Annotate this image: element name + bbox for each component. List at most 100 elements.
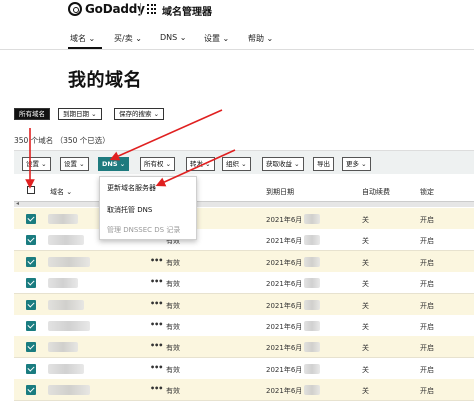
row-checkbox[interactable] [26, 235, 36, 245]
row-actions-menu-icon[interactable]: ••• [150, 299, 163, 308]
domain-name-redacted[interactable] [48, 364, 84, 374]
menu-update-nameservers[interactable]: 更新域名服务器 [107, 183, 156, 193]
toolbar-organize-button[interactable]: 组织 ⌄ [222, 157, 251, 171]
nav-settings[interactable]: 设置 ⌄ [204, 33, 229, 44]
domain-name-redacted[interactable] [48, 321, 90, 331]
expiry-day-redacted [304, 235, 320, 245]
status-value: 有效 [166, 259, 180, 267]
nav-dns[interactable]: DNS ⌄ [160, 33, 186, 42]
expiry-value: 2021年6月 [266, 259, 303, 267]
domain-name-redacted[interactable] [48, 278, 78, 288]
expiry-day-redacted [304, 321, 320, 331]
row-checkbox[interactable] [26, 385, 36, 395]
domain-name-redacted[interactable] [48, 300, 84, 310]
row-checkbox[interactable] [26, 321, 36, 331]
scroll-left-icon[interactable]: ◂ [16, 200, 19, 207]
menu-unhost-dns[interactable]: 取消托管 DNS [107, 205, 152, 215]
auto-renew-value: 关 [362, 323, 369, 331]
domain-name-redacted[interactable] [48, 257, 90, 267]
lock-value: 开启 [420, 344, 434, 352]
auto-renew-value: 关 [362, 237, 369, 245]
row-actions-menu-icon[interactable]: ••• [150, 256, 163, 265]
auto-renew-value: 关 [362, 259, 369, 267]
auto-renew-value: 关 [362, 366, 369, 374]
table-header [14, 180, 474, 202]
col-lock: 锁定 [420, 188, 434, 196]
status-value: 有效 [166, 366, 180, 374]
expiry-value: 2021年6月 [266, 323, 303, 331]
expiry-day-redacted [304, 257, 320, 267]
expiry-value: 2021年6月 [266, 344, 303, 352]
row-checkbox[interactable] [26, 257, 36, 267]
status-value: 有效 [166, 344, 180, 352]
col-domain[interactable]: 域名 ⌄ [50, 187, 72, 197]
domain-name-redacted[interactable] [48, 214, 78, 224]
expiry-value: 2021年6月 [266, 302, 303, 310]
row-checkbox[interactable] [26, 300, 36, 310]
domain-name-redacted[interactable] [48, 235, 84, 245]
auto-renew-value: 关 [362, 344, 369, 352]
horizontal-scrollbar[interactable]: ◂ [14, 200, 474, 207]
dns-dropdown-menu: 更新域名服务器 取消托管 DNS 管理 DNSSEC DS 记录 [99, 176, 197, 240]
toolbar-dns-button[interactable]: DNS ⌄ [98, 157, 130, 171]
lock-value: 开启 [420, 387, 434, 395]
nav-domains[interactable]: 域名 ⌄ [70, 33, 95, 44]
top-header: GoDaddy 域名管理器 [0, 0, 474, 20]
row-actions-menu-icon[interactable]: ••• [150, 277, 163, 286]
auto-renew-value: 关 [362, 302, 369, 310]
col-expiry: 到期日期 [266, 188, 294, 196]
row-checkbox[interactable] [26, 214, 36, 224]
status-value: 有效 [166, 323, 180, 331]
row-actions-menu-icon[interactable]: ••• [150, 384, 163, 393]
row-checkbox[interactable] [26, 342, 36, 352]
godaddy-logo-icon [68, 2, 82, 16]
status-value: 有效 [166, 302, 180, 310]
auto-renew-value: 关 [362, 387, 369, 395]
select-all-checkbox[interactable] [27, 186, 35, 194]
page-title: 我的域名 [68, 70, 142, 91]
apps-grid-icon[interactable] [147, 4, 157, 14]
lock-value: 开启 [420, 280, 434, 288]
row-divider [14, 400, 474, 401]
row-actions-menu-icon[interactable]: ••• [150, 363, 163, 372]
filter-all-domains[interactable]: 所有域名 [14, 108, 50, 120]
filter-expiry-date[interactable]: 到期日期 ⌄ [58, 108, 102, 120]
expiry-value: 2021年6月 [266, 366, 303, 374]
domain-name-redacted[interactable] [48, 342, 78, 352]
toolbar-ownership-button[interactable]: 所有权 ⌄ [140, 157, 176, 171]
godaddy-logo[interactable]: GoDaddy [68, 2, 145, 16]
expiry-day-redacted [304, 364, 320, 374]
expiry-day-redacted [304, 385, 320, 395]
row-actions-menu-icon[interactable]: ••• [150, 341, 163, 350]
row-checkbox[interactable] [26, 278, 36, 288]
domain-count: 350 个域名 （350 个已选） [14, 136, 110, 145]
table-row[interactable] [14, 208, 474, 230]
lock-value: 开启 [420, 323, 434, 331]
main-nav: 域名 ⌄ 买/卖 ⌄ DNS ⌄ 设置 ⌄ 帮助 ⌄ [0, 30, 474, 48]
lock-value: 开启 [420, 237, 434, 245]
toolbar-settings-button-2[interactable]: 设置 ⌄ [60, 157, 89, 171]
table-row[interactable] [14, 336, 474, 358]
toolbar-export-button[interactable]: 导出 [313, 157, 334, 171]
app-title: 域名管理器 [162, 7, 212, 18]
table-row[interactable] [14, 272, 474, 294]
filter-saved-search[interactable]: 保存的搜索 ⌄ [114, 108, 165, 120]
header-divider [140, 3, 141, 15]
expiry-day-redacted [304, 342, 320, 352]
row-actions-menu-icon[interactable]: ••• [150, 320, 163, 329]
nav-buy-sell[interactable]: 买/卖 ⌄ [114, 33, 142, 44]
auto-renew-value: 关 [362, 216, 369, 224]
menu-manage-dnssec: 管理 DNSSEC DS 记录 [107, 226, 181, 234]
toolbar-settings-button-1[interactable]: 设置 ⌄ [22, 157, 51, 171]
status-value: 有效 [166, 280, 180, 288]
toolbar-more-button[interactable]: 更多 ⌄ [342, 157, 371, 171]
nav-help[interactable]: 帮助 ⌄ [248, 33, 273, 44]
expiry-day-redacted [304, 214, 320, 224]
expiry-value: 2021年6月 [266, 280, 303, 288]
domain-name-redacted[interactable] [48, 385, 90, 395]
lock-value: 开启 [420, 216, 434, 224]
toolbar-earn-button[interactable]: 获取收益 ⌄ [262, 157, 304, 171]
row-checkbox[interactable] [26, 364, 36, 374]
expiry-day-redacted [304, 278, 320, 288]
toolbar-forwarding-button[interactable]: 转发 ⌄ [186, 157, 215, 171]
